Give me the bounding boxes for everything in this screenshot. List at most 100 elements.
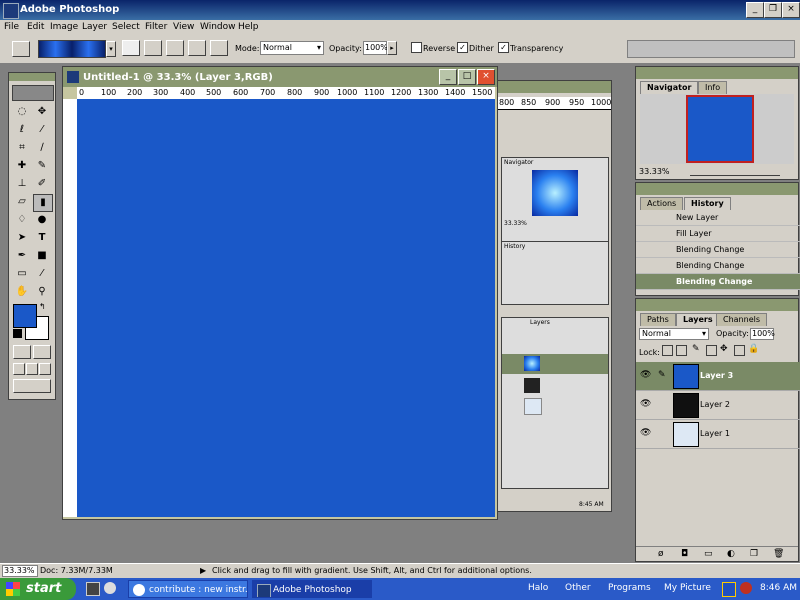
history-brush-tool-icon[interactable]: ✐ [33, 176, 51, 192]
menu-filter[interactable]: Filter [145, 22, 167, 32]
jump-to-imageready-button[interactable] [13, 379, 51, 393]
restore-button[interactable]: ❐ [764, 2, 782, 18]
history-item[interactable]: Blending Change [636, 242, 800, 258]
marquee-tool-icon[interactable]: ◌ [13, 104, 31, 120]
eye-icon[interactable]: 👁 [640, 399, 651, 409]
linear-gradient-button[interactable] [122, 40, 140, 56]
media-player-icon[interactable] [104, 582, 116, 594]
layer-row[interactable]: 👁 Layer 2 [636, 391, 800, 420]
status-zoom-field[interactable]: 33.33% [2, 565, 38, 577]
screen-mode-standard-button[interactable] [13, 363, 25, 375]
gradient-tool-icon[interactable]: ▮ [33, 194, 53, 212]
status-arrow-icon[interactable]: ▶ [200, 566, 206, 575]
foreground-color-swatch[interactable] [13, 304, 37, 328]
security-shield-icon[interactable] [722, 582, 736, 597]
reverse-checkbox[interactable] [411, 42, 422, 53]
diamond-gradient-button[interactable] [210, 40, 228, 56]
screen-mode-menu-button[interactable] [26, 363, 38, 375]
type-tool-icon[interactable]: T [33, 230, 51, 246]
quick-mask-button[interactable] [33, 345, 51, 359]
pen-tool-icon[interactable]: ✒ [13, 248, 31, 264]
transparency-checkbox[interactable]: ✓ [498, 42, 509, 53]
angle-gradient-button[interactable] [166, 40, 184, 56]
doc-maximize-button[interactable]: □ [458, 69, 476, 85]
layers-panel-titlebar[interactable] [636, 299, 798, 311]
lock-position-icon[interactable]: ✥ [720, 344, 728, 354]
toolbar-programs[interactable]: Programs [608, 583, 651, 593]
tab-channels[interactable]: Channels [716, 313, 768, 326]
taskbar-item-contribute[interactable]: contribute : new instr... [128, 580, 248, 598]
brush-tool-icon[interactable]: ✎ [33, 158, 51, 174]
lock-box-icon[interactable] [706, 345, 717, 356]
document-titlebar[interactable]: Untitled-1 @ 33.3% (Layer 3,RGB) _ □ × [63, 67, 497, 87]
navigator-panel-titlebar[interactable] [636, 67, 798, 79]
standard-mode-button[interactable] [13, 345, 31, 359]
menu-layer[interactable]: Layer [82, 22, 107, 32]
path-selection-tool-icon[interactable]: ➤ [13, 230, 31, 246]
tab-info[interactable]: Info [698, 81, 728, 94]
lock-brush-icon[interactable]: ✎ [692, 344, 700, 354]
new-set-icon[interactable]: ▭ [704, 549, 713, 559]
history-item[interactable]: Fill Layer [636, 226, 800, 242]
layer-mask-icon[interactable]: ◘ [681, 549, 688, 559]
menu-edit[interactable]: Edit [27, 22, 44, 32]
tab-paths[interactable]: Paths [640, 313, 676, 326]
toolbar-halo[interactable]: Halo [528, 583, 548, 593]
navigator-zoom-slider[interactable] [690, 167, 780, 176]
menu-help[interactable]: Help [238, 22, 259, 32]
doc-close-button[interactable]: × [477, 69, 495, 85]
navigator-thumbnail[interactable] [686, 95, 754, 163]
history-panel-titlebar[interactable] [636, 183, 798, 195]
radial-gradient-button[interactable] [144, 40, 162, 56]
healing-brush-tool-icon[interactable]: ✚ [13, 158, 31, 174]
doc-minimize-button[interactable]: _ [439, 69, 457, 85]
shape-tool-icon[interactable]: ■ [33, 248, 51, 264]
navigator-zoom-value[interactable]: 33.33% [639, 167, 670, 176]
eye-icon[interactable]: 👁 [640, 428, 651, 438]
layer-row-selected[interactable]: 👁 ✎ Layer 3 [636, 362, 800, 391]
dither-checkbox[interactable]: ✓ [457, 42, 468, 53]
layer-opacity-input[interactable]: 100% [750, 328, 775, 340]
zoom-tool-icon[interactable]: ⚲ [33, 284, 51, 300]
new-layer-icon[interactable]: ❐ [750, 549, 758, 559]
eye-icon[interactable]: 👁 [640, 370, 651, 380]
toolbar-my-picture[interactable]: My Picture [664, 583, 711, 593]
magic-wand-tool-icon[interactable]: ⁄ [33, 122, 51, 138]
opacity-arrow-icon[interactable]: ▸ [387, 41, 397, 55]
mode-select[interactable]: Normal ▾ [260, 41, 324, 55]
menu-select[interactable]: Select [112, 22, 140, 32]
toolbar-other[interactable]: Other [565, 583, 591, 593]
swap-colors-icon[interactable]: ↰ [39, 302, 46, 311]
opacity-input[interactable]: 100% [363, 41, 388, 55]
lock-image-icon[interactable] [676, 345, 687, 356]
taskbar-item-photoshop[interactable]: Adobe Photoshop [252, 580, 372, 598]
palette-well[interactable] [627, 40, 795, 58]
tray-app-icon[interactable] [740, 582, 752, 594]
slice-tool-icon[interactable]: ∕ [33, 140, 51, 156]
history-item[interactable]: New Layer [636, 210, 800, 226]
crop-tool-icon[interactable]: ⌗ [13, 140, 31, 156]
trash-icon[interactable]: 🗑 [773, 549, 784, 559]
blur-tool-icon[interactable]: ♢ [13, 212, 31, 228]
menu-view[interactable]: View [173, 22, 194, 32]
lock-all-box-icon[interactable] [734, 345, 745, 356]
tab-layers[interactable]: Layers [676, 313, 720, 326]
gradient-picker[interactable] [38, 40, 106, 58]
layer-row[interactable]: 👁 Layer 1 [636, 420, 800, 449]
clone-stamp-tool-icon[interactable]: ⊥ [13, 176, 31, 192]
document-canvas[interactable] [77, 99, 495, 517]
lock-all-icon[interactable]: 🔒 [748, 344, 759, 354]
dodge-tool-icon[interactable]: ● [33, 212, 51, 228]
blend-mode-select[interactable]: Normal ▾ [639, 328, 709, 340]
lasso-tool-icon[interactable]: ℓ [13, 122, 31, 138]
tab-navigator[interactable]: Navigator [640, 81, 699, 94]
history-item-selected[interactable]: Blending Change [636, 274, 800, 290]
hand-tool-icon[interactable]: ✋ [13, 284, 31, 300]
lock-transparency-icon[interactable] [662, 345, 673, 356]
notes-tool-icon[interactable]: ▭ [13, 266, 31, 282]
start-button[interactable]: start [0, 578, 76, 600]
reflected-gradient-button[interactable] [188, 40, 206, 56]
eraser-tool-icon[interactable]: ▱ [13, 194, 31, 210]
quicklaunch-app-icon[interactable] [86, 582, 100, 596]
default-colors-icon[interactable] [13, 329, 22, 338]
